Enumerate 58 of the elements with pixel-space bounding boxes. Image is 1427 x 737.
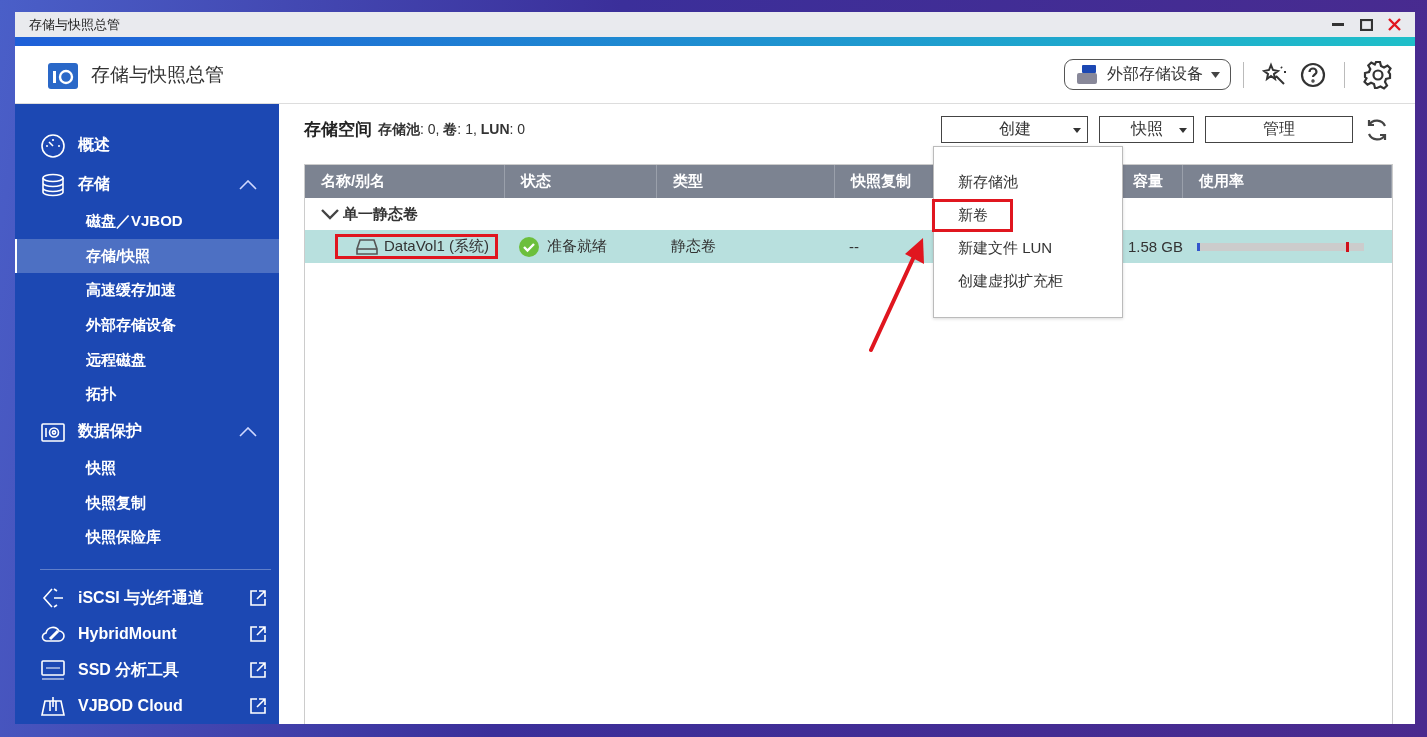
sidebar-item[interactable]: 快照 bbox=[15, 451, 279, 486]
table-cell-text: 1.58 GB bbox=[1126, 237, 1183, 257]
chevron-icon[interactable] bbox=[321, 208, 339, 220]
storage-summary: 存储池: 0, 卷: 1, LUN: 0 bbox=[378, 120, 527, 139]
sidebar-item[interactable]: 外部存储设备 bbox=[15, 308, 279, 343]
column-header[interactable]: 状态 bbox=[505, 165, 657, 198]
dropdown-button[interactable]: 创建 bbox=[941, 116, 1088, 143]
sidebar-item[interactable]: 远程磁盘 bbox=[15, 342, 279, 378]
ssd-icon bbox=[40, 657, 66, 683]
menu-item[interactable]: 新建文件 LUN bbox=[932, 232, 1078, 265]
external-link-icon[interactable] bbox=[249, 589, 267, 607]
table-cell-text: 静态卷 bbox=[670, 236, 717, 256]
status-text: 准备就绪 bbox=[547, 237, 607, 256]
caret-icon bbox=[1211, 71, 1220, 78]
sidebar-link[interactable]: VJBOD Cloud bbox=[78, 697, 249, 715]
group-label: 单一静态卷 bbox=[343, 204, 418, 224]
caret-icon bbox=[1179, 128, 1187, 133]
check-icon bbox=[519, 236, 539, 257]
external-device-dropdown[interactable]: 外部存储设备 bbox=[1064, 59, 1231, 90]
sidebar-link[interactable]: HybridMount bbox=[78, 625, 249, 643]
column-header[interactable]: 名称/别名 bbox=[305, 165, 505, 198]
database-icon bbox=[40, 171, 66, 198]
dropdown-button[interactable]: 快照 bbox=[1099, 116, 1194, 143]
sidebar-item[interactable]: 拓扑 bbox=[15, 377, 279, 413]
column-header[interactable]: 使用率 bbox=[1183, 165, 1392, 198]
sidebar-section[interactable]: 概述 bbox=[78, 135, 257, 156]
sidebar-link[interactable]: SSD 分析工具 bbox=[78, 659, 249, 681]
settings-icon[interactable] bbox=[1363, 59, 1393, 90]
sidebar-section[interactable]: 数据保护 bbox=[78, 421, 239, 443]
maximize-icon bbox=[1359, 18, 1373, 31]
column-header[interactable]: 类型 bbox=[657, 165, 835, 198]
diamond-connector-icon bbox=[40, 585, 66, 611]
sidebar-item[interactable]: 快照保险库 bbox=[15, 520, 279, 556]
raid-drive-icon bbox=[1075, 63, 1099, 86]
external-link-icon[interactable] bbox=[249, 697, 267, 715]
minimize-icon bbox=[1332, 23, 1344, 26]
volume-name: DataVol1 (系统) bbox=[335, 234, 499, 259]
section-title: 存储空间 bbox=[304, 119, 372, 141]
sidebar-section[interactable]: 存储 bbox=[78, 174, 239, 196]
window-title: 存储与快照总管 bbox=[29, 15, 121, 34]
external-link-icon[interactable] bbox=[249, 661, 267, 679]
help-icon[interactable] bbox=[1300, 61, 1326, 88]
app-name: 存储与快照总管 bbox=[91, 62, 225, 87]
sidebar-item[interactable]: 磁盘／VJBOD bbox=[15, 204, 279, 239]
sidebar-item[interactable]: 高速缓存加速 bbox=[15, 273, 279, 309]
action-button[interactable]: 管理 bbox=[1205, 116, 1353, 143]
external-link-icon[interactable] bbox=[249, 625, 267, 643]
table-cell: -- bbox=[849, 238, 859, 255]
caret-icon bbox=[1073, 128, 1081, 133]
drive-icon bbox=[356, 237, 378, 256]
refresh-icon[interactable] bbox=[1365, 116, 1389, 143]
sidebar-link[interactable]: iSCSI 与光纤通道 bbox=[78, 587, 249, 609]
gauge-icon bbox=[40, 132, 66, 159]
menu-item[interactable]: 新卷 bbox=[932, 199, 1013, 232]
sidebar-item[interactable]: 快照复制 bbox=[15, 485, 279, 521]
close-icon bbox=[1387, 18, 1401, 31]
menu-item[interactable]: 创建虚拟扩充柜 bbox=[932, 265, 1088, 298]
sidebar-item[interactable]: 存储/快照 bbox=[15, 238, 279, 274]
